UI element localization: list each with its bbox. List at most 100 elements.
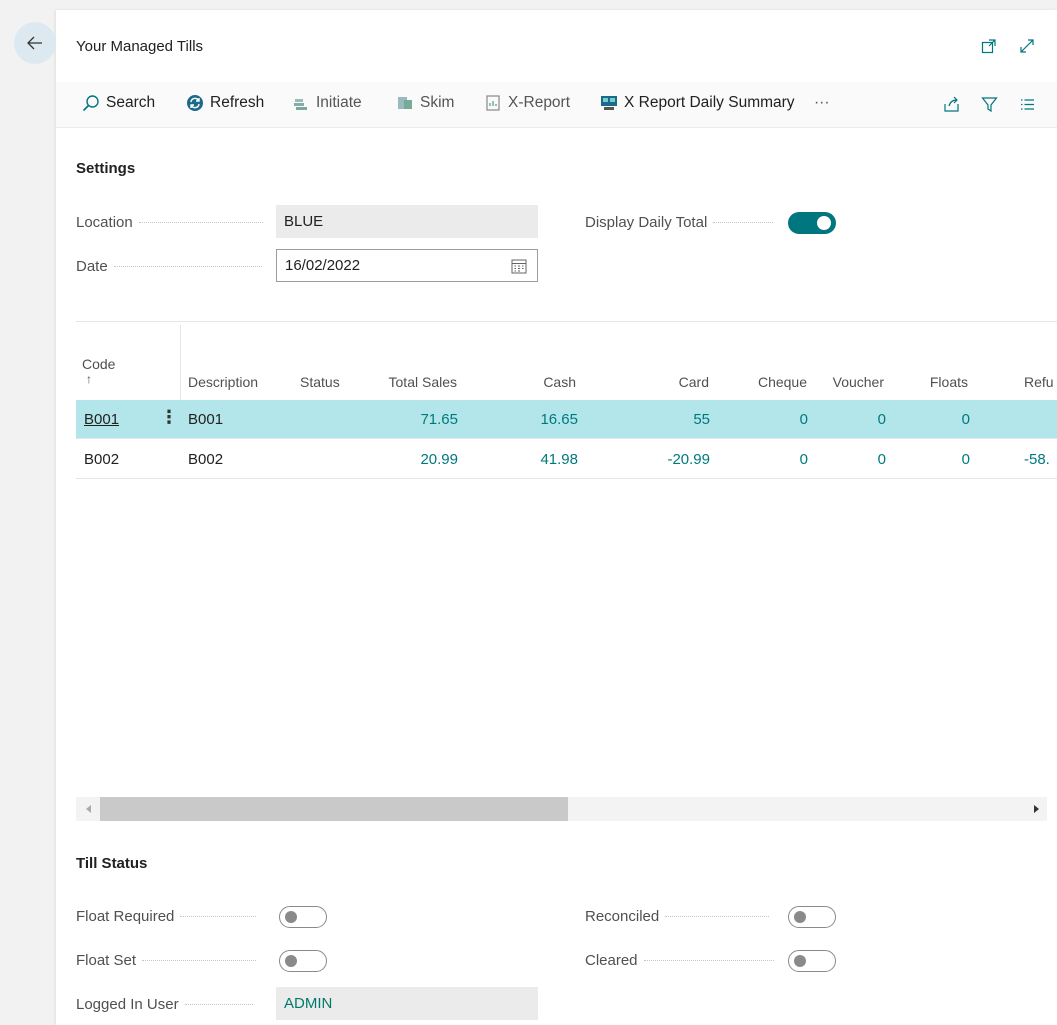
x-report-button[interactable]: X-Report: [484, 94, 570, 112]
search-icon: [82, 95, 99, 112]
dot-leader: [113, 266, 262, 267]
col-header-cheque[interactable]: Cheque: [740, 374, 807, 390]
row-description: B001: [188, 411, 224, 428]
float-required-toggle[interactable]: [279, 906, 327, 928]
row-total-sales[interactable]: 20.99: [380, 451, 458, 468]
till-status-section-title: Till Status: [76, 855, 148, 872]
float-required-label: Float Required: [76, 908, 257, 925]
refresh-button[interactable]: Refresh: [186, 94, 264, 112]
initiate-label: Initiate: [316, 94, 362, 111]
dot-leader: [138, 222, 263, 223]
col-header-refunds[interactable]: Refu: [1024, 374, 1054, 390]
reconciled-label: Reconciled: [585, 908, 770, 925]
logged-in-user-field[interactable]: ADMIN: [276, 987, 538, 1020]
dot-leader: [180, 916, 257, 917]
reconciled-text: Reconciled: [585, 908, 660, 925]
sort-ascending-icon[interactable]: ↑: [86, 372, 92, 386]
col-header-description[interactable]: Description: [188, 374, 258, 390]
dot-leader: [643, 960, 774, 961]
col-header-total-sales[interactable]: Total Sales: [380, 374, 457, 390]
col-header-floats[interactable]: Floats: [910, 374, 968, 390]
page-title: Your Managed Tills: [76, 38, 204, 55]
settings-section-title: Settings: [76, 160, 136, 177]
row-actions-icon[interactable]: ⋮: [160, 408, 178, 426]
dot-leader: [184, 1004, 253, 1005]
scrollbar-thumb[interactable]: [100, 797, 568, 821]
col-header-status[interactable]: Status: [300, 374, 340, 390]
search-button[interactable]: Search: [82, 94, 155, 112]
display-daily-total-toggle[interactable]: [788, 212, 836, 234]
row-refunds[interactable]: -58.: [1024, 451, 1050, 468]
cleared-text: Cleared: [585, 952, 638, 969]
skim-icon: [398, 97, 412, 109]
row-total-sales[interactable]: 71.65: [380, 411, 458, 428]
page-panel: [56, 10, 1057, 1025]
float-set-label: Float Set: [76, 952, 257, 969]
filter-icon[interactable]: [979, 94, 999, 114]
row-code-link[interactable]: B001: [84, 411, 119, 428]
x-report-label: X-Report: [508, 94, 571, 111]
search-label: Search: [106, 94, 156, 111]
float-set-text: Float Set: [76, 952, 137, 969]
scroll-left-icon[interactable]: [84, 804, 94, 814]
location-label: Location: [76, 214, 263, 231]
row-voucher[interactable]: 0: [820, 451, 886, 468]
x-report-daily-summary-label: X Report Daily Summary: [624, 94, 795, 111]
float-set-toggle[interactable]: [279, 950, 327, 972]
column-separator: [180, 325, 181, 400]
cleared-toggle[interactable]: [788, 950, 836, 972]
col-header-voucher[interactable]: Voucher: [820, 374, 884, 390]
share-icon[interactable]: [941, 94, 961, 114]
display-daily-total-label: Display Daily Total: [585, 214, 774, 231]
scroll-right-icon[interactable]: [1031, 804, 1041, 814]
calendar-icon[interactable]: [511, 258, 527, 274]
date-field[interactable]: 16/02/2022: [276, 249, 538, 282]
table-row[interactable]: B002 B002 20.99 41.98 -20.99 0 0 0 -58.: [76, 440, 1057, 479]
row-code[interactable]: B002: [84, 451, 119, 468]
x-report-daily-summary-button[interactable]: X Report Daily Summary: [600, 94, 795, 112]
row-cash[interactable]: 41.98: [500, 451, 578, 468]
row-card[interactable]: 55: [630, 411, 710, 428]
col-header-card[interactable]: Card: [630, 374, 709, 390]
row-card[interactable]: -20.99: [630, 451, 710, 468]
initiate-button[interactable]: Initiate: [292, 94, 362, 112]
refresh-label: Refresh: [210, 94, 265, 111]
date-label-text: Date: [76, 258, 108, 275]
row-floats[interactable]: 0: [910, 411, 970, 428]
table-row[interactable]: B001 ⋮ B001 71.65 16.65 55 0 0 0: [76, 400, 1057, 439]
display-daily-total-text: Display Daily Total: [585, 214, 708, 231]
col-header-cash[interactable]: Cash: [500, 374, 576, 390]
reconciled-toggle[interactable]: [788, 906, 836, 928]
logged-in-user-label: Logged In User: [76, 996, 253, 1013]
open-new-window-icon[interactable]: [979, 36, 999, 56]
expand-icon[interactable]: [1017, 36, 1037, 56]
skim-button[interactable]: Skim: [396, 94, 454, 112]
more-actions-label: ···: [814, 94, 830, 111]
row-floats[interactable]: 0: [910, 451, 970, 468]
more-actions-button[interactable]: ···: [814, 94, 830, 112]
col-header-code[interactable]: Code: [82, 356, 115, 372]
dot-leader: [665, 916, 770, 917]
row-cash[interactable]: 16.65: [500, 411, 578, 428]
report-icon: [486, 95, 500, 111]
skim-label: Skim: [420, 94, 455, 111]
location-label-text: Location: [76, 214, 133, 231]
logged-in-user-text: Logged In User: [76, 996, 179, 1013]
cleared-label: Cleared: [585, 952, 774, 969]
refresh-icon: [187, 95, 203, 111]
location-field[interactable]: BLUE: [276, 205, 538, 238]
date-label: Date: [76, 258, 262, 275]
row-voucher[interactable]: 0: [820, 411, 886, 428]
horizontal-scrollbar[interactable]: [76, 797, 1047, 821]
dot-leader: [713, 222, 774, 223]
daily-summary-icon: [601, 96, 617, 110]
row-description: B002: [188, 451, 224, 468]
float-required-text: Float Required: [76, 908, 175, 925]
back-button[interactable]: [14, 22, 56, 64]
list-view-icon[interactable]: [1017, 94, 1037, 114]
date-value: 16/02/2022: [285, 257, 361, 274]
dot-leader: [142, 960, 257, 961]
row-cheque[interactable]: 0: [740, 451, 808, 468]
arrow-left-icon: [27, 36, 42, 50]
row-cheque[interactable]: 0: [740, 411, 808, 428]
